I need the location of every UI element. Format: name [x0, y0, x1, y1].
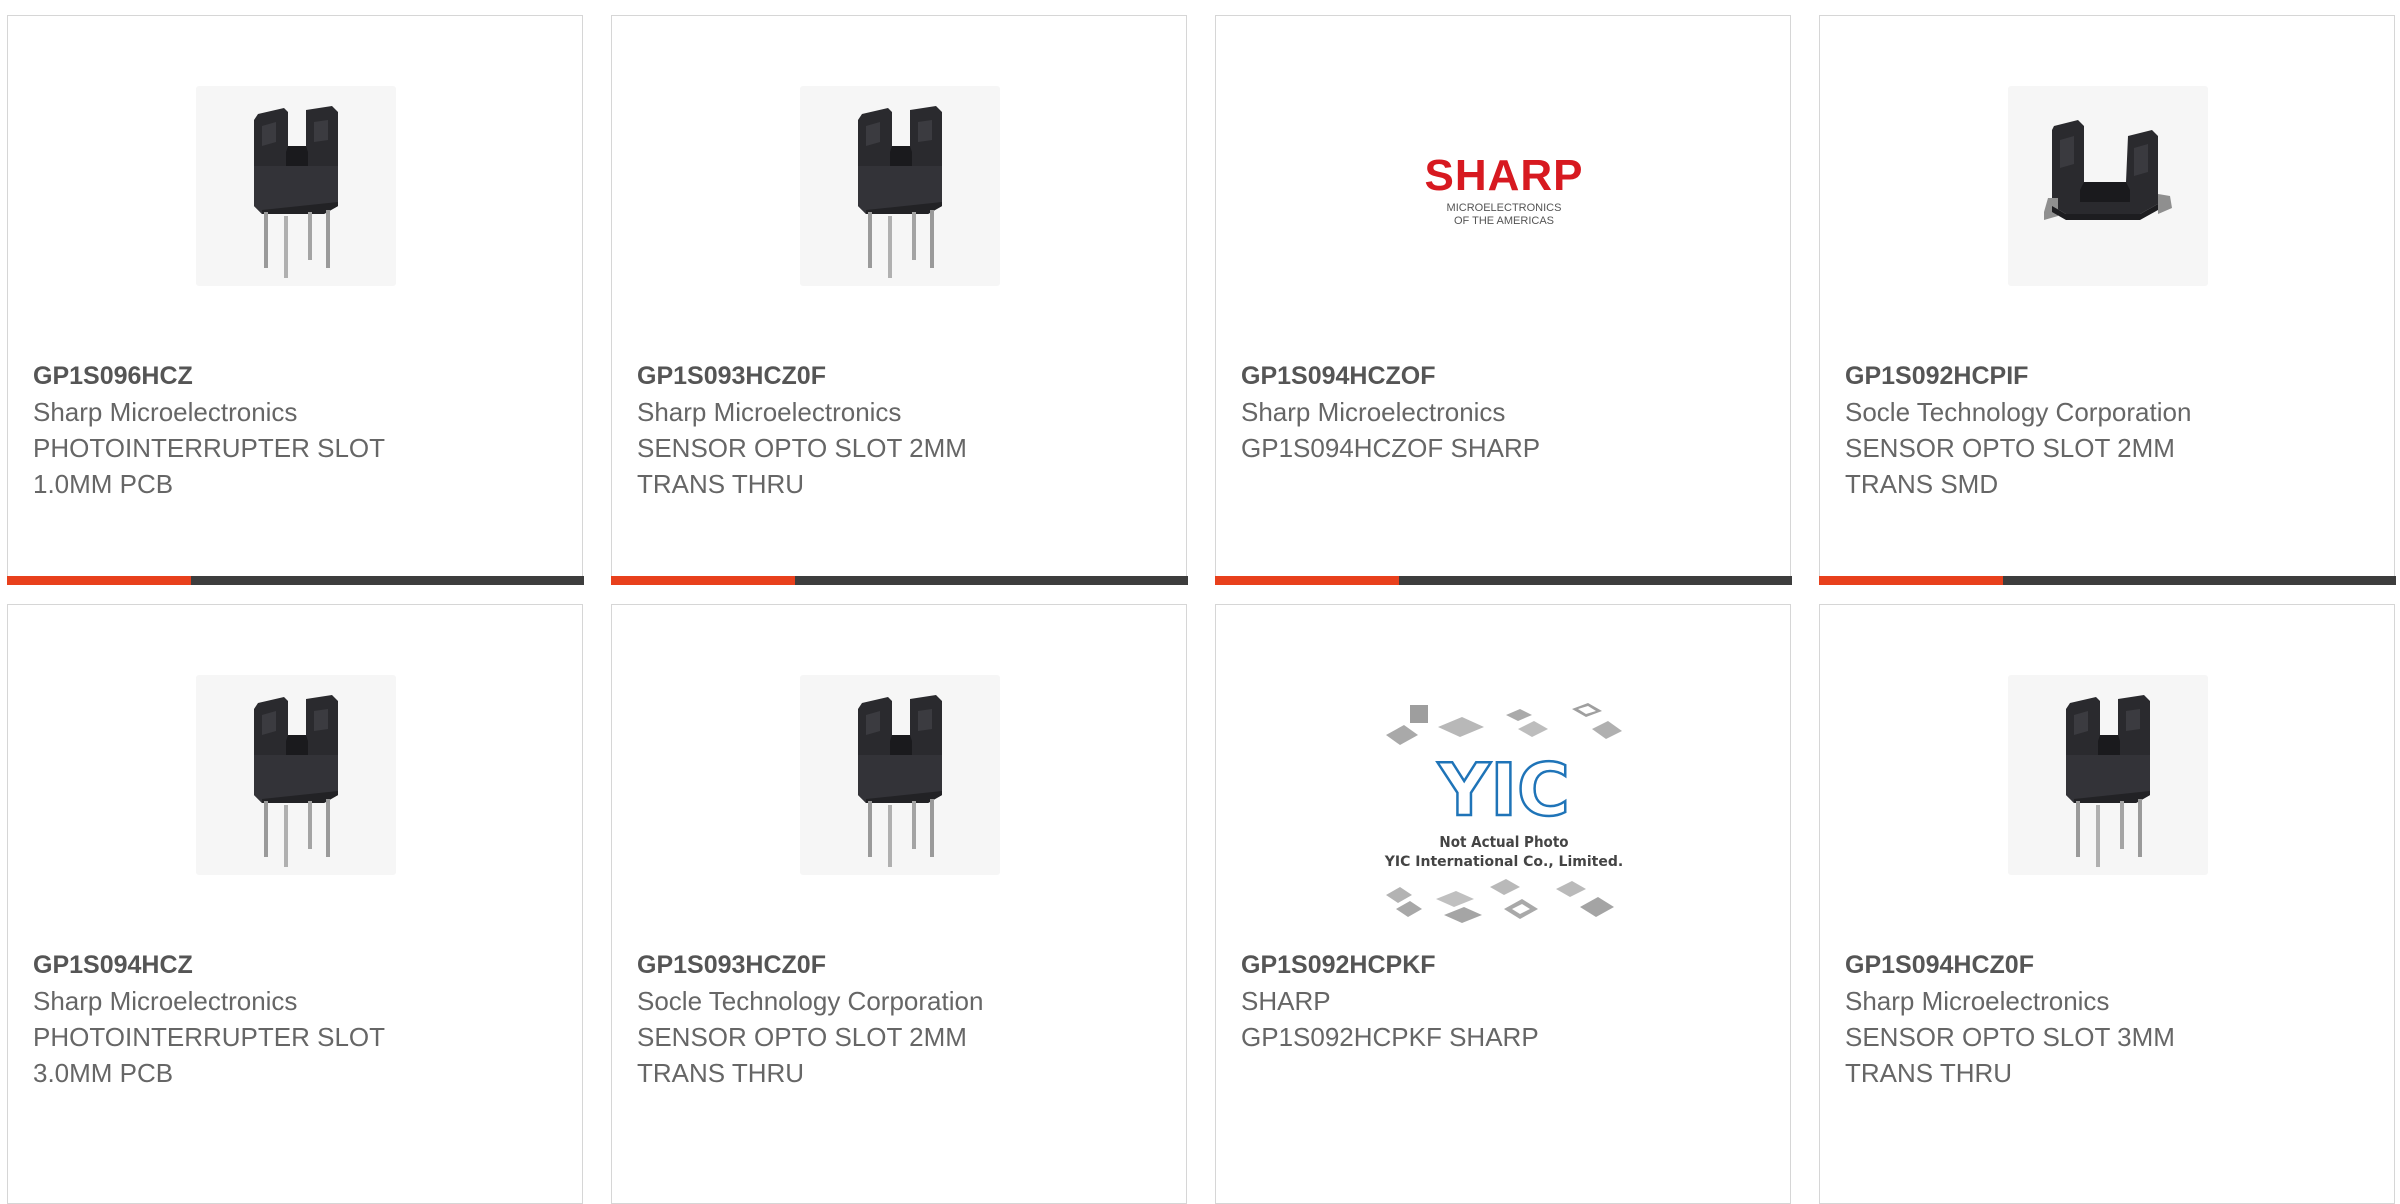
manufacturer: Sharp Microelectronics [1845, 986, 2110, 1016]
product-info: GP1S096HCZ Sharp Microelectronics PHOTOI… [33, 358, 563, 502]
manufacturer: Socle Technology Corporation [637, 986, 984, 1016]
description-line: SENSOR OPTO SLOT 2MM [1845, 433, 2175, 463]
card-bottom-bar [1818, 576, 2396, 585]
description-line: TRANS THRU [1845, 1058, 2013, 1088]
yic-logo: YIC [1437, 748, 1570, 832]
sharp-logo-text: SHARP [1424, 151, 1583, 200]
yic-placeholder-image: YIC Not Actual Photo YIC International C… [1366, 685, 1642, 925]
product-card[interactable]: YIC Not Actual Photo YIC International C… [1215, 604, 1791, 1204]
description-line: SENSOR OPTO SLOT 3MM [1845, 1022, 2175, 1052]
part-number[interactable]: GP1S093HCZ0F [637, 358, 1167, 394]
description-line: TRANS SMD [1845, 469, 1999, 499]
product-card[interactable]: GP1S092HCPIF Socle Technology Corporatio… [1818, 15, 2396, 585]
description-line: GP1S092HCPKF SHARP [1241, 1022, 1539, 1052]
card-bottom-bar [610, 576, 1188, 585]
manufacturer: Sharp Microelectronics [33, 986, 298, 1016]
card-bottom-bar [1214, 576, 1792, 585]
card-bottom-bar [6, 576, 584, 585]
description-line: 3.0MM PCB [33, 1058, 174, 1088]
sharp-logo: SHARP MICROELECTRONICS OF THE AMERICAS [1404, 86, 1604, 286]
manufacturer: Sharp Microelectronics [1241, 397, 1506, 427]
part-number[interactable]: GP1S094HCZ [33, 947, 563, 983]
part-number[interactable]: GP1S092HCPKF [1241, 947, 1771, 983]
description-line: GP1S094HCZOF SHARP [1241, 433, 1541, 463]
description-line: SENSOR OPTO SLOT 2MM [637, 433, 967, 463]
product-card[interactable]: GP1S096HCZ Sharp Microelectronics PHOTOI… [6, 15, 584, 585]
product-info: GP1S093HCZ0F Socle Technology Corporatio… [637, 947, 1167, 1091]
smd-photointerrupter-image [2008, 86, 2208, 286]
product-card[interactable]: GP1S094HCZ Sharp Microelectronics PHOTOI… [7, 604, 583, 1204]
description-line: TRANS THRU [637, 469, 805, 499]
manufacturer: Sharp Microelectronics [33, 397, 298, 427]
part-number[interactable]: GP1S096HCZ [33, 358, 563, 394]
photointerrupter-image [196, 675, 396, 875]
product-info: GP1S093HCZ0F Sharp Microelectronics SENS… [637, 358, 1167, 502]
product-info: GP1S094HCZ0F Sharp Microelectronics SENS… [1845, 947, 2375, 1091]
photointerrupter-image [800, 86, 1000, 286]
photointerrupter-image [2008, 675, 2208, 875]
description-line: TRANS THRU [637, 1058, 805, 1088]
placeholder-note: Not Actual Photo [1439, 833, 1568, 851]
description-line: 1.0MM PCB [33, 469, 174, 499]
photointerrupter-image [800, 675, 1000, 875]
part-number[interactable]: GP1S094HCZOF [1241, 358, 1771, 394]
product-info: GP1S092HCPIF Socle Technology Corporatio… [1845, 358, 2375, 502]
part-number[interactable]: GP1S093HCZ0F [637, 947, 1167, 983]
description-line: SENSOR OPTO SLOT 2MM [637, 1022, 967, 1052]
manufacturer: Socle Technology Corporation [1845, 397, 2192, 427]
product-info: GP1S094HCZ Sharp Microelectronics PHOTOI… [33, 947, 563, 1091]
sharp-logo-tagline: OF THE AMERICAS [1454, 215, 1554, 227]
photointerrupter-image [196, 86, 396, 286]
product-info: GP1S092HCPKF SHARP GP1S092HCPKF SHARP [1241, 947, 1771, 1055]
manufacturer: Sharp Microelectronics [637, 397, 902, 427]
description-line: PHOTOINTERRUPTER SLOT [33, 433, 386, 463]
product-card[interactable]: GP1S094HCZ0F Sharp Microelectronics SENS… [1819, 604, 2395, 1204]
part-number[interactable]: GP1S094HCZ0F [1845, 947, 2375, 983]
part-number[interactable]: GP1S092HCPIF [1845, 358, 2375, 394]
product-card[interactable]: SHARP MICROELECTRONICS OF THE AMERICAS G… [1214, 15, 1792, 585]
product-info: GP1S094HCZOF Sharp Microelectronics GP1S… [1241, 358, 1771, 466]
sharp-logo-tagline: MICROELECTRONICS [1447, 202, 1562, 214]
product-card[interactable]: GP1S093HCZ0F Sharp Microelectronics SENS… [610, 15, 1188, 585]
manufacturer: SHARP [1241, 986, 1331, 1016]
product-card[interactable]: GP1S093HCZ0F Socle Technology Corporatio… [611, 604, 1187, 1204]
description-line: PHOTOINTERRUPTER SLOT [33, 1022, 386, 1052]
placeholder-note: YIC International Co., Limited. [1384, 854, 1623, 870]
